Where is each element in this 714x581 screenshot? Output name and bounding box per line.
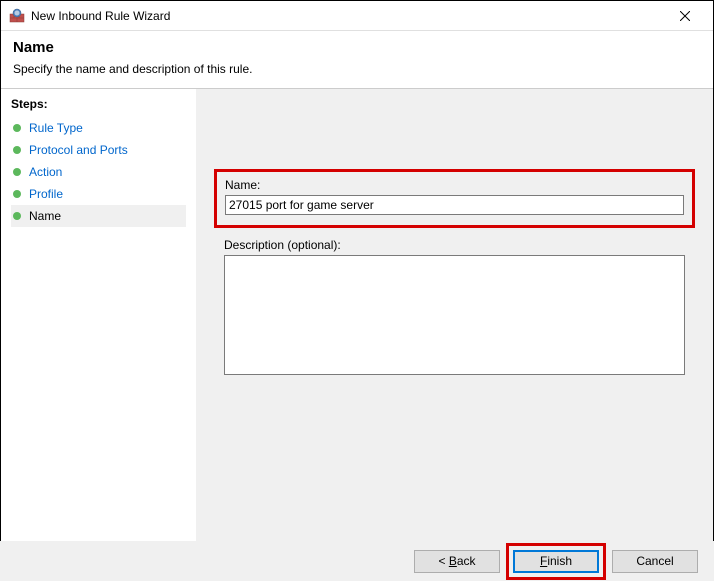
bullet-icon [13,124,21,132]
name-label: Name: [225,178,684,192]
finish-button[interactable]: Finish [513,550,599,573]
bullet-icon [13,212,21,220]
finish-highlight: Finish [506,543,606,580]
wizard-header: Name Specify the name and description of… [1,31,713,89]
steps-heading: Steps: [11,97,186,111]
bullet-icon [13,168,21,176]
step-name[interactable]: Name [11,205,186,227]
name-highlight: Name: [214,169,695,228]
page-title: Name [13,39,701,56]
description-input[interactable] [224,255,685,375]
name-input[interactable] [225,195,684,215]
step-action[interactable]: Action [11,161,186,183]
back-button[interactable]: < Back [414,550,500,573]
button-bar: < Back Finish Cancel [0,541,714,581]
bullet-icon [13,146,21,154]
bullet-icon [13,190,21,198]
page-subtitle: Specify the name and description of this… [13,62,701,76]
close-button[interactable] [665,2,705,30]
steps-sidebar: Steps: Rule Type Protocol and Ports Acti… [1,89,196,543]
window-title: New Inbound Rule Wizard [31,9,665,23]
step-link[interactable]: Protocol and Ports [29,143,128,157]
description-label: Description (optional): [224,238,685,252]
step-profile[interactable]: Profile [11,183,186,205]
step-link[interactable]: Profile [29,187,63,201]
step-rule-type[interactable]: Rule Type [11,117,186,139]
step-protocol-and-ports[interactable]: Protocol and Ports [11,139,186,161]
main-panel: Name: Description (optional): [196,89,713,543]
step-link: Name [29,209,61,223]
firewall-icon [9,8,25,24]
step-link[interactable]: Action [29,165,62,179]
step-link[interactable]: Rule Type [29,121,83,135]
cancel-button[interactable]: Cancel [612,550,698,573]
titlebar: New Inbound Rule Wizard [1,1,713,31]
